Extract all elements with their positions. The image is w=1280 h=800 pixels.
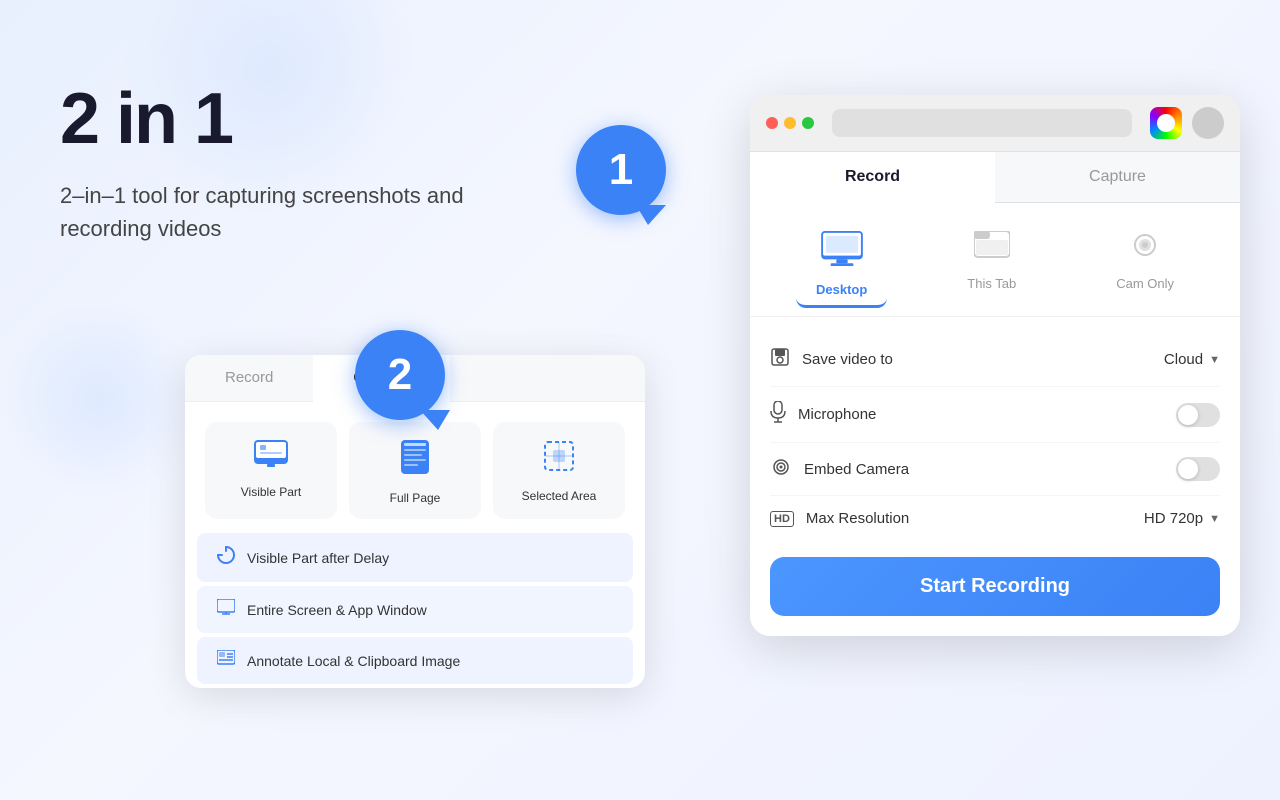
main-tab-bar: Record Capture — [750, 152, 1240, 203]
save-video-dropdown[interactable]: Cloud ▼ — [1164, 351, 1220, 368]
list-item-annotate[interactable]: Annotate Local & Clipboard Image — [197, 637, 633, 684]
tab-capture[interactable]: Capture — [995, 152, 1240, 203]
entire-screen-icon — [217, 599, 235, 620]
capture-options-grid: Visible Part Full Page — [185, 402, 645, 529]
embed-camera-label: Embed Camera — [804, 461, 909, 478]
this-tab-source-icon — [974, 231, 1010, 268]
option-visible-part[interactable]: Visible Part — [205, 422, 337, 519]
setting-microphone: Microphone — [770, 387, 1220, 443]
max-resolution-arrow: ▼ — [1209, 513, 1220, 525]
source-tab-cam-only[interactable]: Cam Only — [1096, 223, 1194, 308]
subtitle: 2–in–1 tool for capturing screenshots an… — [60, 179, 480, 245]
capture-tab-record[interactable]: Record — [185, 355, 313, 401]
desktop-source-label: Desktop — [816, 282, 867, 297]
user-avatar — [1192, 107, 1224, 139]
max-resolution-label: Max Resolution — [806, 510, 909, 527]
tab-record[interactable]: Record — [750, 152, 995, 204]
embed-camera-icon — [770, 458, 792, 481]
left-panel: 2 in 1 2–in–1 tool for capturing screens… — [60, 80, 620, 295]
option-full-page[interactable]: Full Page — [349, 422, 481, 519]
this-tab-source-label: This Tab — [967, 276, 1016, 291]
dot-minimize[interactable] — [784, 117, 796, 129]
embed-camera-toggle[interactable] — [1176, 457, 1220, 481]
max-resolution-icon: HD — [770, 511, 794, 527]
visible-delay-icon — [217, 546, 235, 569]
visible-part-icon — [254, 440, 288, 475]
selected-area-icon — [543, 440, 575, 479]
save-video-arrow: ▼ — [1209, 354, 1220, 366]
start-recording-button[interactable]: Start Recording — [770, 557, 1220, 616]
microphone-toggle[interactable] — [1176, 403, 1220, 427]
window-chrome — [750, 95, 1240, 152]
app-icon — [1150, 107, 1182, 139]
source-tab-bar: Desktop This Tab Cam Only — [750, 203, 1240, 317]
source-tab-this-tab[interactable]: This Tab — [947, 223, 1036, 308]
annotate-label: Annotate Local & Clipboard Image — [247, 653, 460, 669]
setting-save-video: Save video to Cloud ▼ — [770, 333, 1220, 387]
settings-list: Save video to Cloud ▼ Microphone — [750, 317, 1240, 557]
full-page-icon — [401, 440, 429, 481]
desktop-source-icon — [821, 231, 863, 274]
headline: 2 in 1 — [60, 80, 620, 159]
save-video-icon — [770, 347, 790, 372]
dot-close[interactable] — [766, 117, 778, 129]
list-item-entire-screen[interactable]: Entire Screen & App Window — [197, 586, 633, 633]
source-tab-desktop[interactable]: Desktop — [796, 223, 887, 308]
cam-only-source-icon — [1127, 231, 1163, 268]
cam-only-source-label: Cam Only — [1116, 276, 1174, 291]
save-video-label: Save video to — [802, 351, 893, 368]
record-panel: Record Capture Desktop — [750, 95, 1240, 636]
microphone-label: Microphone — [798, 406, 876, 423]
full-page-label: Full Page — [390, 491, 441, 505]
setting-embed-camera: Embed Camera — [770, 443, 1220, 496]
annotate-icon — [217, 650, 235, 671]
max-resolution-dropdown[interactable]: HD 720p ▼ — [1144, 510, 1220, 527]
microphone-icon — [770, 401, 786, 428]
window-dots — [766, 117, 814, 129]
entire-screen-label: Entire Screen & App Window — [247, 602, 427, 618]
setting-max-resolution: HD Max Resolution HD 720p ▼ — [770, 496, 1220, 541]
dot-maximize[interactable] — [802, 117, 814, 129]
visible-delay-label: Visible Part after Delay — [247, 550, 389, 566]
selected-area-label: Selected Area — [522, 489, 597, 503]
badge-2-circle: 2 — [355, 330, 445, 420]
url-bar[interactable] — [832, 109, 1132, 137]
list-item-visible-delay[interactable]: Visible Part after Delay — [197, 533, 633, 582]
visible-part-label: Visible Part — [241, 485, 301, 499]
option-selected-area[interactable]: Selected Area — [493, 422, 625, 519]
badge-1-circle: 1 — [576, 125, 666, 215]
